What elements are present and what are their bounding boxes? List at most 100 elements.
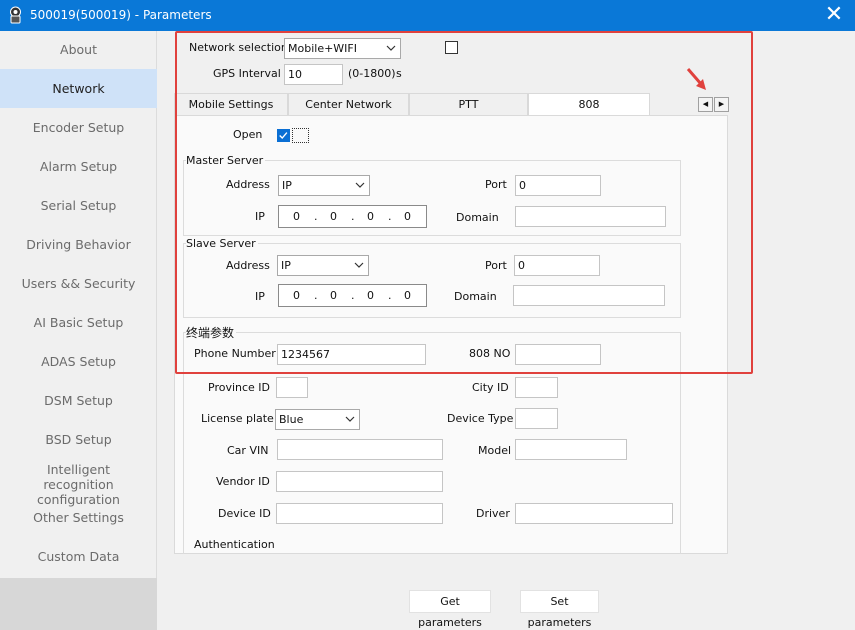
tab-scroll-left-icon[interactable]: ◀ [698, 97, 713, 112]
sidebar-item-label: About [60, 42, 97, 57]
sidebar-item-label: BSD Setup [45, 432, 112, 447]
master-ip-label: IP [255, 210, 265, 223]
ip-octet: 0 [367, 210, 374, 223]
sidebar-item-network[interactable]: Network [0, 69, 157, 108]
tab-content-808: Open Master Server Address IP Port 0 IP … [174, 115, 728, 554]
window-title: 500019(500019) - Parameters [30, 8, 212, 22]
set-parameters-button[interactable]: Set parameters [520, 590, 599, 629]
device-id-input[interactable] [276, 503, 443, 524]
sidebar-item-label: Network [52, 81, 105, 96]
slave-port-label: Port [485, 259, 507, 272]
slave-address-dropdown[interactable]: IP [277, 255, 369, 276]
city-id-input[interactable] [515, 377, 558, 398]
chevron-down-icon [354, 262, 364, 268]
master-ip-input[interactable]: 0 . 0 . 0 . 0 [278, 205, 427, 228]
slave-server-group [183, 243, 681, 318]
driver-input[interactable] [515, 503, 673, 524]
sidebar-item-driving-behavior[interactable]: Driving Behavior [0, 234, 157, 256]
master-port-label: Port [485, 178, 507, 191]
tab-scroll-right-icon[interactable]: ▶ [714, 97, 729, 112]
sidebar-item-intelligent-recognition[interactable]: Intelligent recognition configuration [0, 462, 157, 507]
device-id-label: Device ID [218, 507, 271, 520]
tab-ptt[interactable]: PTT [409, 93, 528, 115]
sidebar-item-ai-basic-setup[interactable]: AI Basic Setup [0, 312, 157, 334]
sidebar-item-label: Intelligent recognition configuration [37, 462, 120, 507]
title-bar: 500019(500019) - Parameters ✕ [0, 0, 855, 31]
province-id-label: Province ID [208, 381, 271, 394]
phone-number-label: Phone Number [194, 347, 276, 360]
ip-octet: 0 [404, 289, 411, 302]
open-label: Open [233, 128, 263, 141]
close-icon[interactable]: ✕ [821, 3, 847, 27]
model-input[interactable] [515, 439, 627, 460]
sidebar-item-label: Other Settings [33, 510, 124, 525]
sidebar-item-alarm-setup[interactable]: Alarm Setup [0, 156, 157, 178]
sidebar-item-label: Serial Setup [40, 198, 117, 213]
sidebar-item-label: Custom Data [37, 549, 120, 564]
tab-center-network[interactable]: Center Network [288, 93, 409, 115]
device-type-input[interactable] [515, 408, 558, 429]
open-checkbox[interactable] [277, 129, 290, 142]
slave-ip-label: IP [255, 290, 265, 303]
chevron-down-icon [386, 45, 396, 51]
sidebar-item-adas-setup[interactable]: ADAS Setup [0, 351, 157, 373]
master-domain-input[interactable] [515, 206, 666, 227]
license-plate-value: Blue [279, 413, 304, 426]
phone-number-input[interactable]: 1234567 [277, 344, 426, 365]
sidebar-nav: About Network Encoder Setup Alarm Setup … [0, 31, 157, 630]
tab-label: 808 [578, 98, 600, 111]
focus-indicator [292, 128, 309, 143]
main-panel: Network selection Mobile+WIFI GPS Interv… [157, 31, 855, 630]
slave-ip-input[interactable]: 0 . 0 . 0 . 0 [278, 284, 427, 307]
sidebar-item-label: Encoder Setup [32, 120, 125, 135]
network-checkbox[interactable] [445, 41, 458, 54]
car-vin-label: Car VIN [227, 444, 269, 457]
terminal-params-title: 终端参数 [186, 324, 237, 341]
tab-label: PTT [458, 98, 479, 111]
device-type-label: Device Type [447, 412, 514, 425]
tab-808[interactable]: 808 [528, 93, 650, 116]
vendor-id-input[interactable] [276, 471, 443, 492]
master-port-input[interactable]: 0 [515, 175, 601, 196]
sidebar-item-label: ADAS Setup [41, 354, 116, 369]
authentication-label: Authentication [194, 538, 275, 551]
sidebar-item-bsd-setup[interactable]: BSD Setup [0, 429, 157, 451]
sidebar-item-users-security[interactable]: Users && Security [0, 273, 157, 295]
car-vin-input[interactable] [277, 439, 443, 460]
network-selection-dropdown[interactable]: Mobile+WIFI [284, 38, 401, 59]
sidebar-item-encoder-setup[interactable]: Encoder Setup [0, 117, 157, 139]
slave-domain-input[interactable] [513, 285, 665, 306]
sidebar-item-custom-data[interactable]: Custom Data [0, 546, 157, 568]
get-parameters-button[interactable]: Get parameters [409, 590, 491, 629]
master-address-dropdown[interactable]: IP [278, 175, 370, 196]
master-address-value: IP [282, 179, 292, 192]
gps-interval-unit: s [396, 67, 402, 80]
no808-label: 808 NO [469, 347, 511, 360]
city-id-label: City ID [472, 381, 509, 394]
tab-label: Center Network [305, 98, 392, 111]
slave-domain-label: Domain [454, 290, 497, 303]
gps-interval-label: GPS Interval [213, 67, 281, 80]
ip-octet: 0 [330, 289, 337, 302]
sidebar-item-other-settings[interactable]: Other Settings [0, 507, 157, 529]
sidebar-item-dsm-setup[interactable]: DSM Setup [0, 390, 157, 412]
driver-label: Driver [476, 507, 510, 520]
model-label: Model [478, 444, 512, 457]
ip-octet: 0 [330, 210, 337, 223]
slave-address-value: IP [281, 259, 291, 272]
vendor-id-label: Vendor ID [216, 475, 270, 488]
sidebar-item-label: AI Basic Setup [33, 315, 124, 330]
sidebar-item-about[interactable]: About [0, 39, 157, 61]
clip-region: Authentication [175, 534, 675, 553]
arrow-pointer-icon [686, 68, 706, 90]
network-selection-label: Network selection [189, 41, 288, 54]
sidebar-item-serial-setup[interactable]: Serial Setup [0, 195, 157, 217]
gps-interval-input[interactable]: 10 [284, 64, 343, 85]
slave-port-input[interactable]: 0 [514, 255, 600, 276]
no808-input[interactable] [515, 344, 601, 365]
province-id-input[interactable] [276, 377, 308, 398]
gps-interval-range: (0-1800) [348, 67, 396, 80]
license-plate-dropdown[interactable]: Blue [275, 409, 360, 430]
tab-mobile-settings[interactable]: Mobile Settings [174, 93, 288, 115]
ip-octet: 0 [293, 210, 300, 223]
